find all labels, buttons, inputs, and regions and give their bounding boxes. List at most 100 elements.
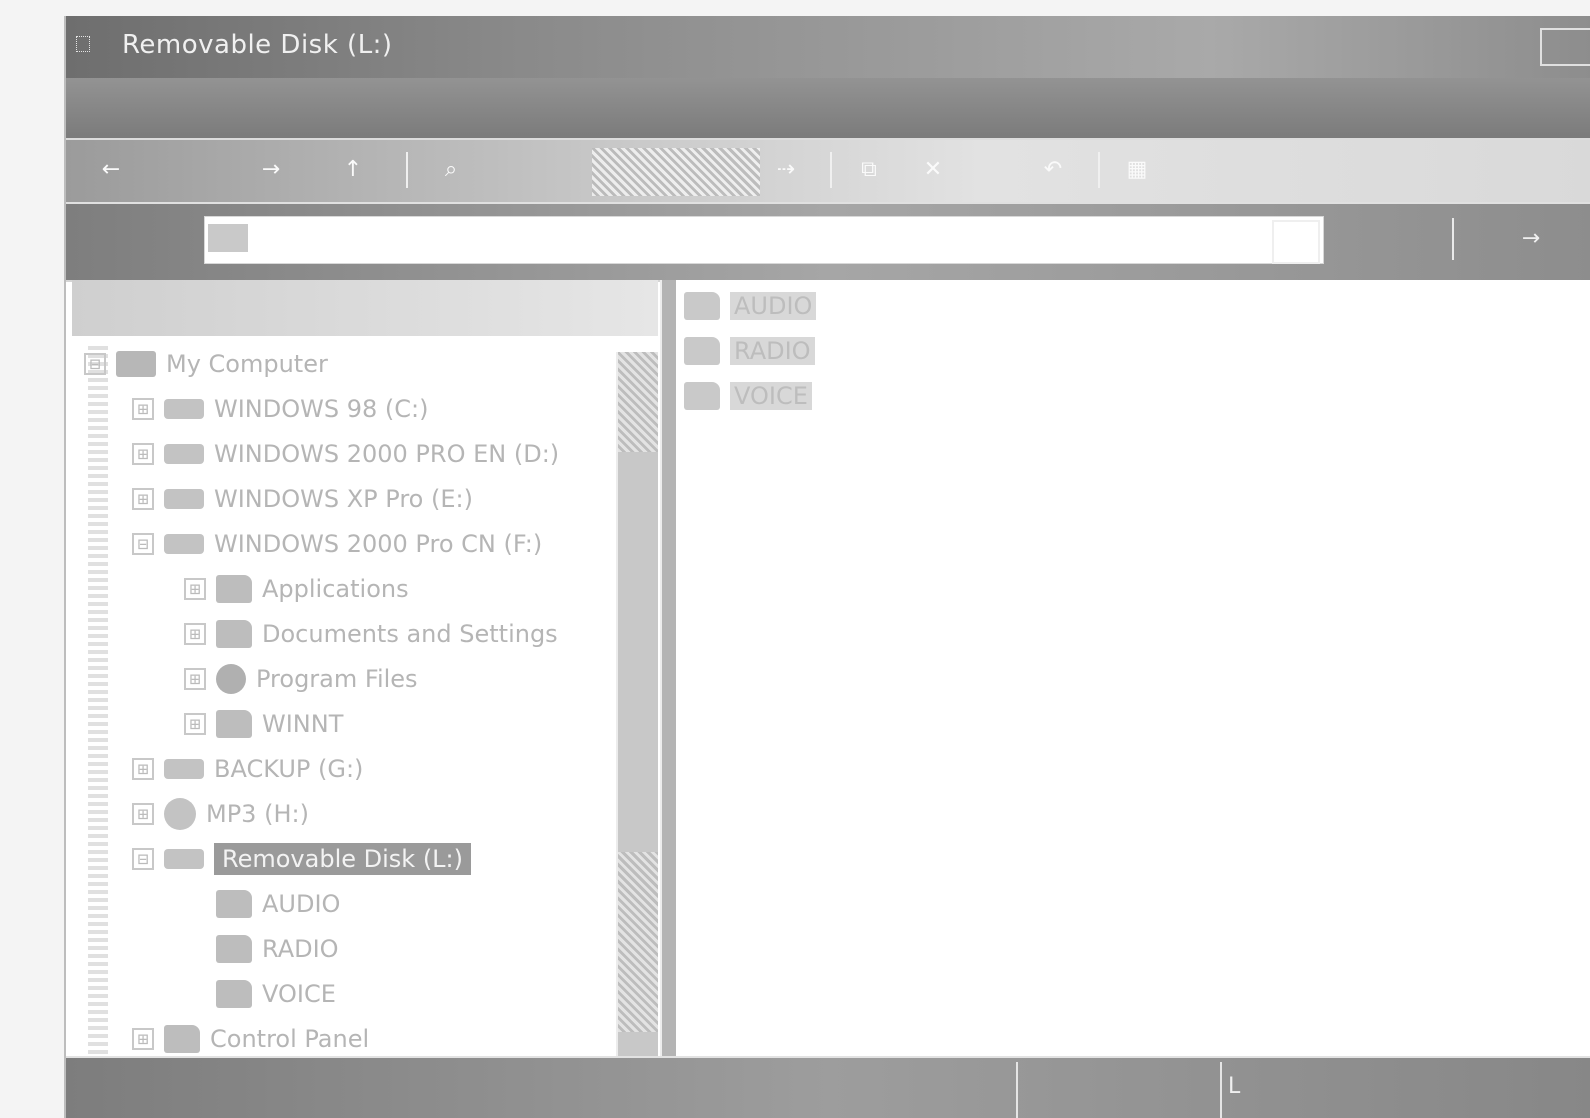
tree-item[interactable]: ⊞ WINDOWS 98 (C:)	[132, 389, 428, 429]
drive-icon	[164, 489, 204, 509]
status-separator	[1220, 1062, 1222, 1118]
expand-icon[interactable]: ⊞	[132, 1028, 154, 1050]
expand-icon[interactable]: ⊞	[184, 668, 206, 690]
tree-item-label: Applications	[262, 575, 409, 603]
expand-icon[interactable]: ⊞	[132, 443, 154, 465]
tree-item-label: WINDOWS 2000 PRO EN (D:)	[214, 440, 560, 468]
tree-item-label: AUDIO	[262, 890, 341, 918]
tree-vertical-scrollbar[interactable]	[616, 352, 658, 1056]
tree-item-label: My Computer	[166, 350, 328, 378]
collapse-icon[interactable]: ⊟	[132, 533, 154, 555]
folders-pane-header	[72, 280, 658, 336]
cd-icon	[164, 798, 196, 830]
tree-item[interactable]: ⊞ Applications	[184, 569, 409, 609]
status-separator	[1016, 1062, 1018, 1118]
status-text: L	[1228, 1074, 1241, 1099]
folder-icon	[164, 1025, 200, 1053]
undo-button[interactable]: ↶	[1028, 150, 1078, 190]
expand-icon[interactable]: ⊞	[132, 758, 154, 780]
tree-item-label: Removable Disk (L:)	[214, 843, 471, 875]
window-icon	[76, 36, 90, 52]
drive-icon	[164, 399, 204, 419]
file-list-item-label: RADIO	[730, 337, 815, 365]
move-to-button[interactable]: ⇢	[766, 150, 806, 190]
expand-icon[interactable]: ⊞	[132, 803, 154, 825]
tree-item[interactable]: AUDIO	[184, 884, 340, 924]
tree-item[interactable]: ⊞ Documents and Settings	[184, 614, 558, 654]
tree-item[interactable]: ⊟ Removable Disk (L:)	[132, 839, 471, 879]
collapse-icon[interactable]: ⊟	[84, 353, 106, 375]
status-bar: L	[66, 1056, 1590, 1118]
expand-icon[interactable]: ⊞	[184, 578, 206, 600]
tree-item-label: Control Panel	[210, 1025, 370, 1053]
address-separator	[1452, 218, 1454, 260]
address-bar: →	[66, 204, 1590, 282]
globe-icon	[216, 664, 246, 694]
views-button[interactable]: ▦	[1112, 150, 1162, 190]
tree-item[interactable]: ⊞ WINDOWS XP Pro (E:)	[132, 479, 473, 519]
tree-item-label: MP3 (H:)	[206, 800, 309, 828]
file-list-item-label: VOICE	[730, 382, 812, 410]
file-list-item-label: AUDIO	[730, 292, 817, 320]
folder-icon	[216, 935, 252, 963]
tree-item[interactable]: ⊞ BACKUP (G:)	[132, 749, 363, 789]
folder-tree: ⊟ My Computer ⊞ WINDOWS 98 (C:) ⊞ WINDOWS 200…	[72, 336, 658, 1056]
toolbar-separator	[406, 152, 408, 188]
tree-item[interactable]: ⊞ Control Panel	[132, 1019, 369, 1059]
tree-item[interactable]: VOICE	[184, 974, 336, 1014]
tree-item[interactable]: ⊞ MP3 (H:)	[132, 794, 309, 834]
file-list-item[interactable]: RADIO	[684, 331, 815, 371]
tree-item[interactable]: ⊞ Program Files	[184, 659, 418, 699]
address-input[interactable]	[204, 216, 1324, 264]
tree-item-label: WINDOWS XP Pro (E:)	[214, 485, 473, 513]
copy-to-button[interactable]: ⧉	[844, 150, 894, 190]
drive-icon	[164, 444, 204, 464]
scrollbar-down-area[interactable]	[618, 852, 658, 1032]
tree-item-label: WINDOWS 2000 Pro CN (F:)	[214, 530, 543, 558]
tree-item[interactable]: ⊟ WINDOWS 2000 Pro CN (F:)	[132, 524, 542, 564]
tree-item[interactable]: ⊟ My Computer	[84, 344, 328, 384]
tree-item[interactable]: ⊞ WINDOWS 2000 PRO EN (D:)	[132, 434, 559, 474]
expand-icon[interactable]: ⊞	[184, 713, 206, 735]
address-dropdown-button[interactable]	[1272, 220, 1320, 264]
file-list-item[interactable]: AUDIO	[684, 286, 817, 326]
expand-icon[interactable]: ⊞	[132, 398, 154, 420]
folder-icon	[684, 292, 720, 320]
folder-icon	[216, 980, 252, 1008]
tree-item[interactable]: ⊞ WINNT	[184, 704, 343, 744]
tree-item-label: Documents and Settings	[262, 620, 558, 648]
minimize-button[interactable]	[1540, 28, 1590, 66]
tree-item-label: WINNT	[262, 710, 344, 738]
file-list-item[interactable]: VOICE	[684, 376, 812, 416]
toolbar: ← → ↑ ⌕ ⇢ ⧉ ✕ ↶ ▦	[66, 140, 1590, 204]
drive-icon	[164, 849, 204, 869]
drive-icon	[164, 759, 204, 779]
delete-button[interactable]: ✕	[908, 150, 958, 190]
tree-item[interactable]: RADIO	[184, 929, 339, 969]
tree-item-label: RADIO	[262, 935, 339, 963]
forward-button[interactable]: →	[246, 150, 296, 190]
scrollbar-up-area[interactable]	[618, 352, 658, 452]
explorer-window: Removable Disk (L:) ← → ↑ ⌕ ⇢ ⧉ ✕ ↶ ▦ → …	[64, 16, 1590, 1118]
expand-icon[interactable]: ⊞	[132, 488, 154, 510]
back-button[interactable]: ←	[86, 150, 136, 190]
search-button[interactable]: ⌕	[426, 150, 476, 190]
folder-icon	[216, 710, 252, 738]
go-button[interactable]: →	[1506, 218, 1556, 260]
tree-item-label: Program Files	[256, 665, 418, 693]
up-button[interactable]: ↑	[328, 150, 378, 190]
computer-icon	[116, 351, 156, 377]
folder-tree-pane: ⊟ My Computer ⊞ WINDOWS 98 (C:) ⊞ WINDOWS 200…	[72, 280, 658, 1056]
folder-icon	[216, 890, 252, 918]
menu-bar	[66, 78, 1590, 140]
pane-splitter[interactable]	[660, 280, 676, 1056]
folders-button[interactable]	[592, 148, 760, 196]
title-bar[interactable]: Removable Disk (L:)	[66, 16, 1590, 80]
folder-icon	[216, 575, 252, 603]
collapse-icon[interactable]: ⊟	[132, 848, 154, 870]
expand-icon[interactable]: ⊞	[184, 623, 206, 645]
folder-icon	[684, 382, 720, 410]
